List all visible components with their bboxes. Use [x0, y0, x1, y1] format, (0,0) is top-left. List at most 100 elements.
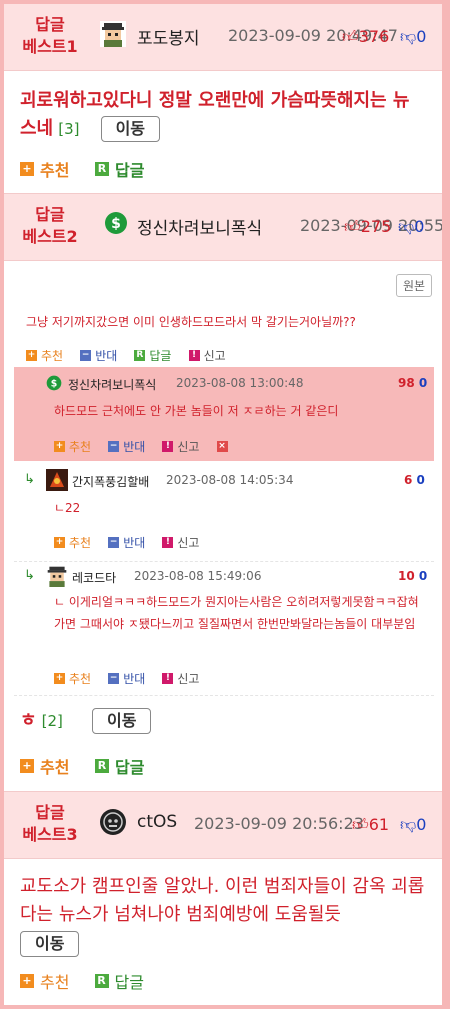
recommend-button[interactable]: + 추천: [20, 157, 69, 181]
close-icon: ×: [216, 441, 228, 452]
quote-reply[interactable]: R 답글: [134, 347, 171, 364]
move-button[interactable]: 이동: [92, 708, 152, 734]
quote-oppose[interactable]: − 반대: [80, 347, 117, 364]
thumbs-up-icon: 👍︎: [352, 815, 369, 834]
reply-report[interactable]: ! 신고: [162, 438, 199, 455]
best-reply-header-3: 답글 베스트3 ctOS 2023-09-09 20:56:23 👍︎61 👎︎…: [4, 792, 442, 859]
username[interactable]: 포도봉지: [137, 24, 200, 49]
thumbs-up-icon: 👍︎: [344, 217, 361, 236]
quoted-comment: 그냥 저기까지갔으면 이미 인생하드모드라서 막 갈기는거아닐까??: [26, 315, 356, 329]
reply-button[interactable]: R 답글: [95, 754, 144, 778]
comment-list: 답글 베스트1 포도봉지 2023-09-09 20:49:47 👍︎376 👎…: [4, 4, 442, 1005]
reply-button[interactable]: R 답글: [95, 157, 144, 181]
best-reply-header-1: 답글 베스트1 포도봉지 2023-09-09 20:49:47 👍︎376 👎…: [4, 4, 442, 71]
reply-text: ㄴ22: [54, 501, 81, 515]
reply-icon: R: [134, 350, 146, 361]
badge-line1: 답글: [35, 15, 65, 34]
badge-line2: 베스트3: [22, 825, 78, 844]
nested-reply: ↳ 간지폭풍김할배 2023-08-08 14:05:34 6 0 ㄴ22 + 추…: [14, 465, 434, 562]
move-button[interactable]: 이동: [20, 931, 80, 957]
downvote-count: 0: [414, 217, 425, 236]
reply-oppose[interactable]: − 반대: [108, 438, 145, 455]
reply-date: 2023-08-08 14:05:34: [166, 473, 294, 487]
downvote[interactable]: 👎︎0: [400, 815, 426, 835]
reply-icon: R: [95, 759, 110, 773]
reply-username[interactable]: 레코드타: [72, 569, 116, 586]
action-label: 반대: [95, 349, 118, 363]
upvote[interactable]: 👍︎61: [352, 815, 389, 835]
reply-icon: R: [94, 974, 109, 988]
reply-body-1: 괴로워하고있다니 정말 오랜만에 가슴따뜻해지는 뉴스네 [3] 이동 + 추천 …: [4, 71, 442, 194]
original-button[interactable]: 원본: [396, 274, 433, 297]
action-label: 추천: [69, 536, 92, 550]
recommend-button[interactable]: + 추천: [20, 754, 69, 778]
downvote[interactable]: 👎︎0: [400, 27, 426, 47]
avatar: [46, 469, 68, 495]
reply-down-count: 0: [418, 569, 428, 583]
quote-recommend[interactable]: + 추천: [26, 347, 63, 364]
reply-username[interactable]: 정신차려보니폭식: [68, 376, 156, 393]
post-date: 2023-09-09 20:56:23: [194, 814, 364, 833]
move-button[interactable]: 이동: [100, 116, 161, 142]
thumbs-down-icon: 👎︎: [398, 217, 415, 236]
upvote-count: 376: [358, 27, 390, 46]
minus-icon: −: [108, 441, 120, 452]
pixel-character-icon: [46, 565, 68, 591]
minus-icon: −: [80, 350, 92, 361]
badge-line2: 베스트1: [22, 37, 78, 56]
thumbs-down-icon: 👎︎: [400, 27, 417, 46]
recommend-button[interactable]: + 추천: [20, 969, 69, 993]
reply-recommend[interactable]: + 추천: [54, 534, 91, 551]
recommend-label: 추천: [40, 161, 70, 180]
reply-label: 답글: [115, 758, 145, 777]
nested-reply: $ 정신차려보니폭식 2023-08-08 13:00:48 98 0 하드모드…: [14, 367, 434, 461]
reply-icon: R: [95, 162, 110, 176]
report-icon: !: [162, 441, 174, 452]
upvote[interactable]: 👍︎376: [342, 27, 389, 47]
reply-recommend[interactable]: + 추천: [54, 438, 91, 455]
username[interactable]: 정신차려보니폭식: [137, 214, 262, 239]
action-label: 신고: [177, 440, 200, 454]
action-label: 신고: [203, 349, 226, 363]
action-label: 추천: [41, 349, 64, 363]
plus-icon: +: [54, 673, 65, 684]
reply-report[interactable]: ! 신고: [162, 670, 199, 687]
reply-up-count: 10: [398, 569, 415, 583]
action-label: 추천: [69, 440, 92, 454]
reply-date: 2023-08-08 15:49:06: [134, 569, 262, 583]
upvote[interactable]: 👍︎275: [344, 217, 391, 237]
nested-reply: ↳ 레코드타 2023-08-08 15:49:06 10 0 ㄴ 이게리얼ㅋㅋ…: [14, 561, 434, 696]
best-badge: 답글 베스트1: [4, 14, 96, 58]
reply-oppose[interactable]: − 반대: [108, 670, 145, 687]
dollar-coin-icon: $: [46, 375, 62, 395]
action-label: 반대: [123, 440, 146, 454]
reply-username[interactable]: 간지폭풍김할배: [72, 473, 149, 490]
reply-report[interactable]: ! 신고: [162, 534, 199, 551]
reply-recommend[interactable]: + 추천: [54, 670, 91, 687]
downvote-count: 0: [416, 815, 427, 834]
comment-text: 교도소가 캠프인줄 알았나. 이런 범죄자들이 감옥 괴롭다는 뉴스가 넘쳐나야…: [20, 876, 425, 925]
action-label: 답글: [149, 349, 172, 363]
username[interactable]: ctOS: [137, 812, 177, 832]
reply-button[interactable]: R 답글: [94, 969, 144, 993]
recommend-label: 추천: [40, 758, 70, 777]
reply-down-count: 0: [416, 473, 425, 487]
action-label: 신고: [177, 536, 200, 550]
comment-text: ㅎ: [20, 710, 37, 731]
reply-oppose[interactable]: − 반대: [108, 534, 145, 551]
report-icon: !: [162, 673, 174, 684]
action-label: 반대: [123, 536, 146, 550]
plus-icon: +: [54, 537, 65, 548]
reply-text: 하드모드 근처에도 안 가본 놈들이 저 ㅈㄹ하는 거 같은디: [54, 404, 339, 418]
plus-icon: +: [54, 441, 65, 452]
dedsec-skull-icon: [100, 809, 126, 835]
downvote[interactable]: 👎︎0: [398, 217, 424, 237]
quote-report[interactable]: ! 신고: [188, 347, 226, 364]
reply-date: 2023-08-08 13:00:48: [176, 376, 304, 390]
upvote-count: 275: [360, 217, 392, 236]
delete-button[interactable]: ×: [216, 441, 232, 452]
svg-text:$: $: [111, 216, 121, 232]
plus-icon: +: [26, 350, 37, 361]
best-reply-header-2: 답글 베스트2 $ 정신차려보니폭식 2023-09-09 20:55:47 👍…: [4, 194, 442, 261]
upvote-count: 61: [368, 815, 390, 834]
